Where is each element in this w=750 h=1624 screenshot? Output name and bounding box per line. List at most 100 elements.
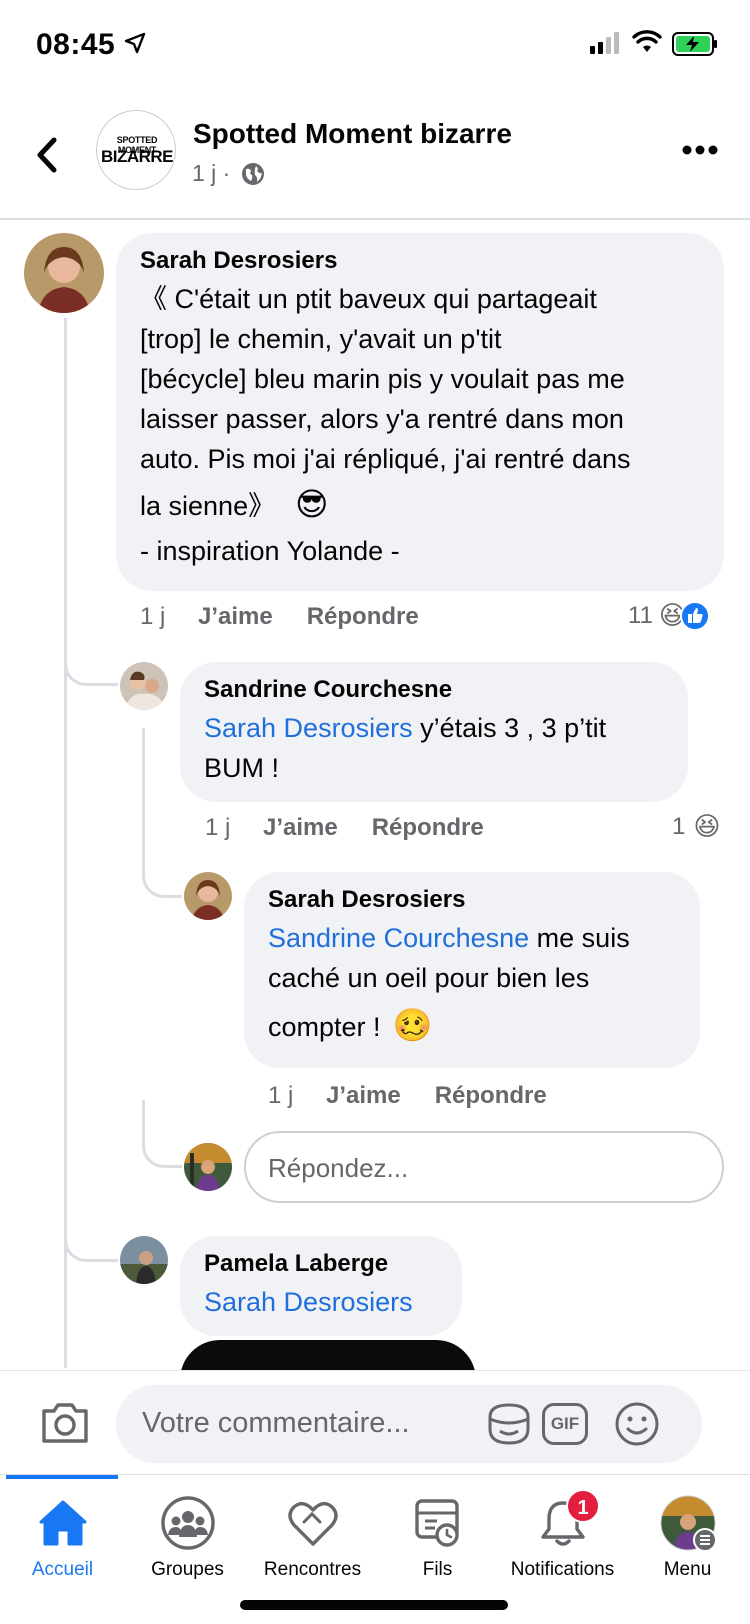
home-icon [39,1500,86,1546]
thread-line-nested [142,728,145,878]
dating-heart-icon [287,1501,338,1546]
avatar[interactable] [24,233,104,313]
comment-line: caché un oeil pour bien les [268,963,590,993]
active-tab-indicator [6,1475,118,1479]
comment-author[interactable]: Sarah Desrosiers [268,886,676,914]
comment-composer: Votre commentaire... GIF [0,1370,750,1474]
status-bar: 08:45 [0,0,750,92]
comment-bubble[interactable]: Sarah Desrosiers Sandrine Courchesne me … [244,872,700,1068]
current-user-avatar [184,1143,232,1191]
comment-line: 《 C'était un ptit baveux qui partageait [140,284,597,314]
more-options-icon[interactable] [682,144,718,156]
like-button[interactable]: J’aime [198,603,273,631]
page-name[interactable]: Spotted Moment bizarre [193,118,512,150]
tab-notifications[interactable]: 1 Notifications [500,1489,625,1581]
reply-input[interactable]: Répondez... [244,1131,724,1203]
comment-time: 1 j [140,603,166,630]
comment-line: compter ! [268,1012,381,1042]
sticker-icon[interactable] [486,1401,532,1447]
gif-button[interactable]: GIF [542,1403,588,1445]
back-arrow-icon[interactable] [30,130,66,180]
tab-home[interactable]: Accueil [0,1491,125,1581]
comment-actions: 1 j J’aime Répondre [140,603,419,631]
comment-line: me suis [529,923,630,953]
page-logo[interactable]: SPOTTED MOMENT BIZARRE [96,110,176,190]
mention-link[interactable]: Sarah Desrosiers [204,1287,413,1317]
notification-badge: 1 [566,1489,600,1523]
groups-icon [160,1496,215,1550]
reaction-summary[interactable]: 1 😆 [672,811,720,842]
comment-text: Sarah Desrosiers [204,1282,438,1322]
page-logo-main-text: BIZARRE [100,147,174,166]
menu-avatar-icon [660,1495,717,1552]
thread-connector [142,1100,182,1168]
reaction-count: 11 [628,601,653,629]
comment-author[interactable]: Sarah Desrosiers [140,247,700,275]
tab-dating[interactable]: Rencontres [250,1491,375,1581]
post-age: 1 j · [192,160,231,186]
tab-label: Groupes [151,1559,224,1580]
tab-groups[interactable]: Groupes [125,1491,250,1581]
comment-author[interactable]: Pamela Laberge [204,1250,438,1278]
comment-input-placeholder: Votre commentaire... [142,1407,410,1439]
haha-reaction-icon: 😆 [693,811,721,841]
tab-label: Rencontres [263,1559,362,1580]
reaction-count: 1 [672,812,686,840]
home-indicator [240,1600,508,1610]
comment-time: 1 j [268,1082,294,1109]
thread-connector [142,860,182,898]
wifi-icon [632,30,662,52]
status-time: 08:45 [36,28,116,61]
comment-line: y’étais 3 , 3 p’tit [412,713,607,743]
comment-line: - inspiration Yolande - [140,536,400,566]
comment-actions: 1 j J’aime Répondre [268,1082,547,1110]
emoji-icon[interactable] [614,1401,660,1447]
comment-bubble[interactable]: Sandrine Courchesne Sarah Desrosiers y’é… [180,662,688,802]
mention-link[interactable]: Sandrine Courchesne [268,923,529,953]
comment-time: 1 j [205,814,231,841]
avatar[interactable] [120,662,168,710]
public-globe-icon [242,163,264,185]
like-reaction-icon [680,600,711,631]
reply-button[interactable]: Répondre [435,1082,547,1110]
comment-author[interactable]: Sandrine Courchesne [204,676,664,704]
avatar[interactable] [184,872,232,920]
comment-line: la sienne》 [140,491,276,521]
mention-link[interactable]: Sarah Desrosiers [204,713,413,743]
reply-button[interactable]: Répondre [372,814,484,842]
thread-connector [64,1200,118,1262]
feeds-icon [414,1499,459,1547]
reaction-summary[interactable]: 11 😆 [628,600,711,631]
comment-text: 《 C'était un ptit baveux qui partageait … [140,279,700,571]
comment-actions: 1 j J’aime Répondre [205,814,484,842]
comment-line: auto. Pis moi j'ai répliqué, j'ai rentré… [140,444,631,474]
tab-label: Notifications [510,1559,615,1580]
like-button[interactable]: J’aime [326,1082,401,1110]
comment-bubble[interactable]: Pamela Laberge Sarah Desrosiers [180,1236,462,1336]
tab-label: Menu [663,1559,712,1580]
tab-menu[interactable]: Menu [625,1491,750,1581]
comment-text: Sarah Desrosiers y’étais 3 , 3 p’tit BUM… [204,708,664,788]
tab-label: Fils [422,1559,453,1580]
avatar[interactable] [120,1236,168,1284]
comment-input[interactable]: Votre commentaire... GIF [116,1385,702,1463]
cellular-signal-icon [590,32,619,54]
tab-feeds[interactable]: Fils [375,1491,500,1581]
battery-charging-icon [672,32,717,56]
location-arrow-icon [124,32,146,54]
thread-connector [64,640,118,686]
gif-label: GIF [550,1414,580,1433]
camera-icon[interactable] [40,1401,90,1445]
comment-text: Sandrine Courchesne me suis caché un oei… [268,918,676,1054]
comment-line: laisser passer, alors y'a rentré dans mo… [140,404,624,434]
like-button[interactable]: J’aime [263,814,338,842]
post-header: SPOTTED MOMENT BIZARRE Spotted Moment bi… [0,92,750,220]
sunglasses-emoji: 😎 [295,486,329,522]
comment-line: [bécycle] bleu marin pis y voulait pas m… [140,364,625,394]
comment-bubble[interactable]: Sarah Desrosiers 《 C'était un ptit baveu… [116,233,724,591]
comment-line: BUM ! [204,753,280,783]
comment-line: [trop] le chemin, y'avait un p'tit [140,324,502,354]
tab-label: Accueil [31,1559,94,1580]
woozy-emoji: 🥴 [392,1007,433,1043]
reply-button[interactable]: Répondre [307,603,419,631]
